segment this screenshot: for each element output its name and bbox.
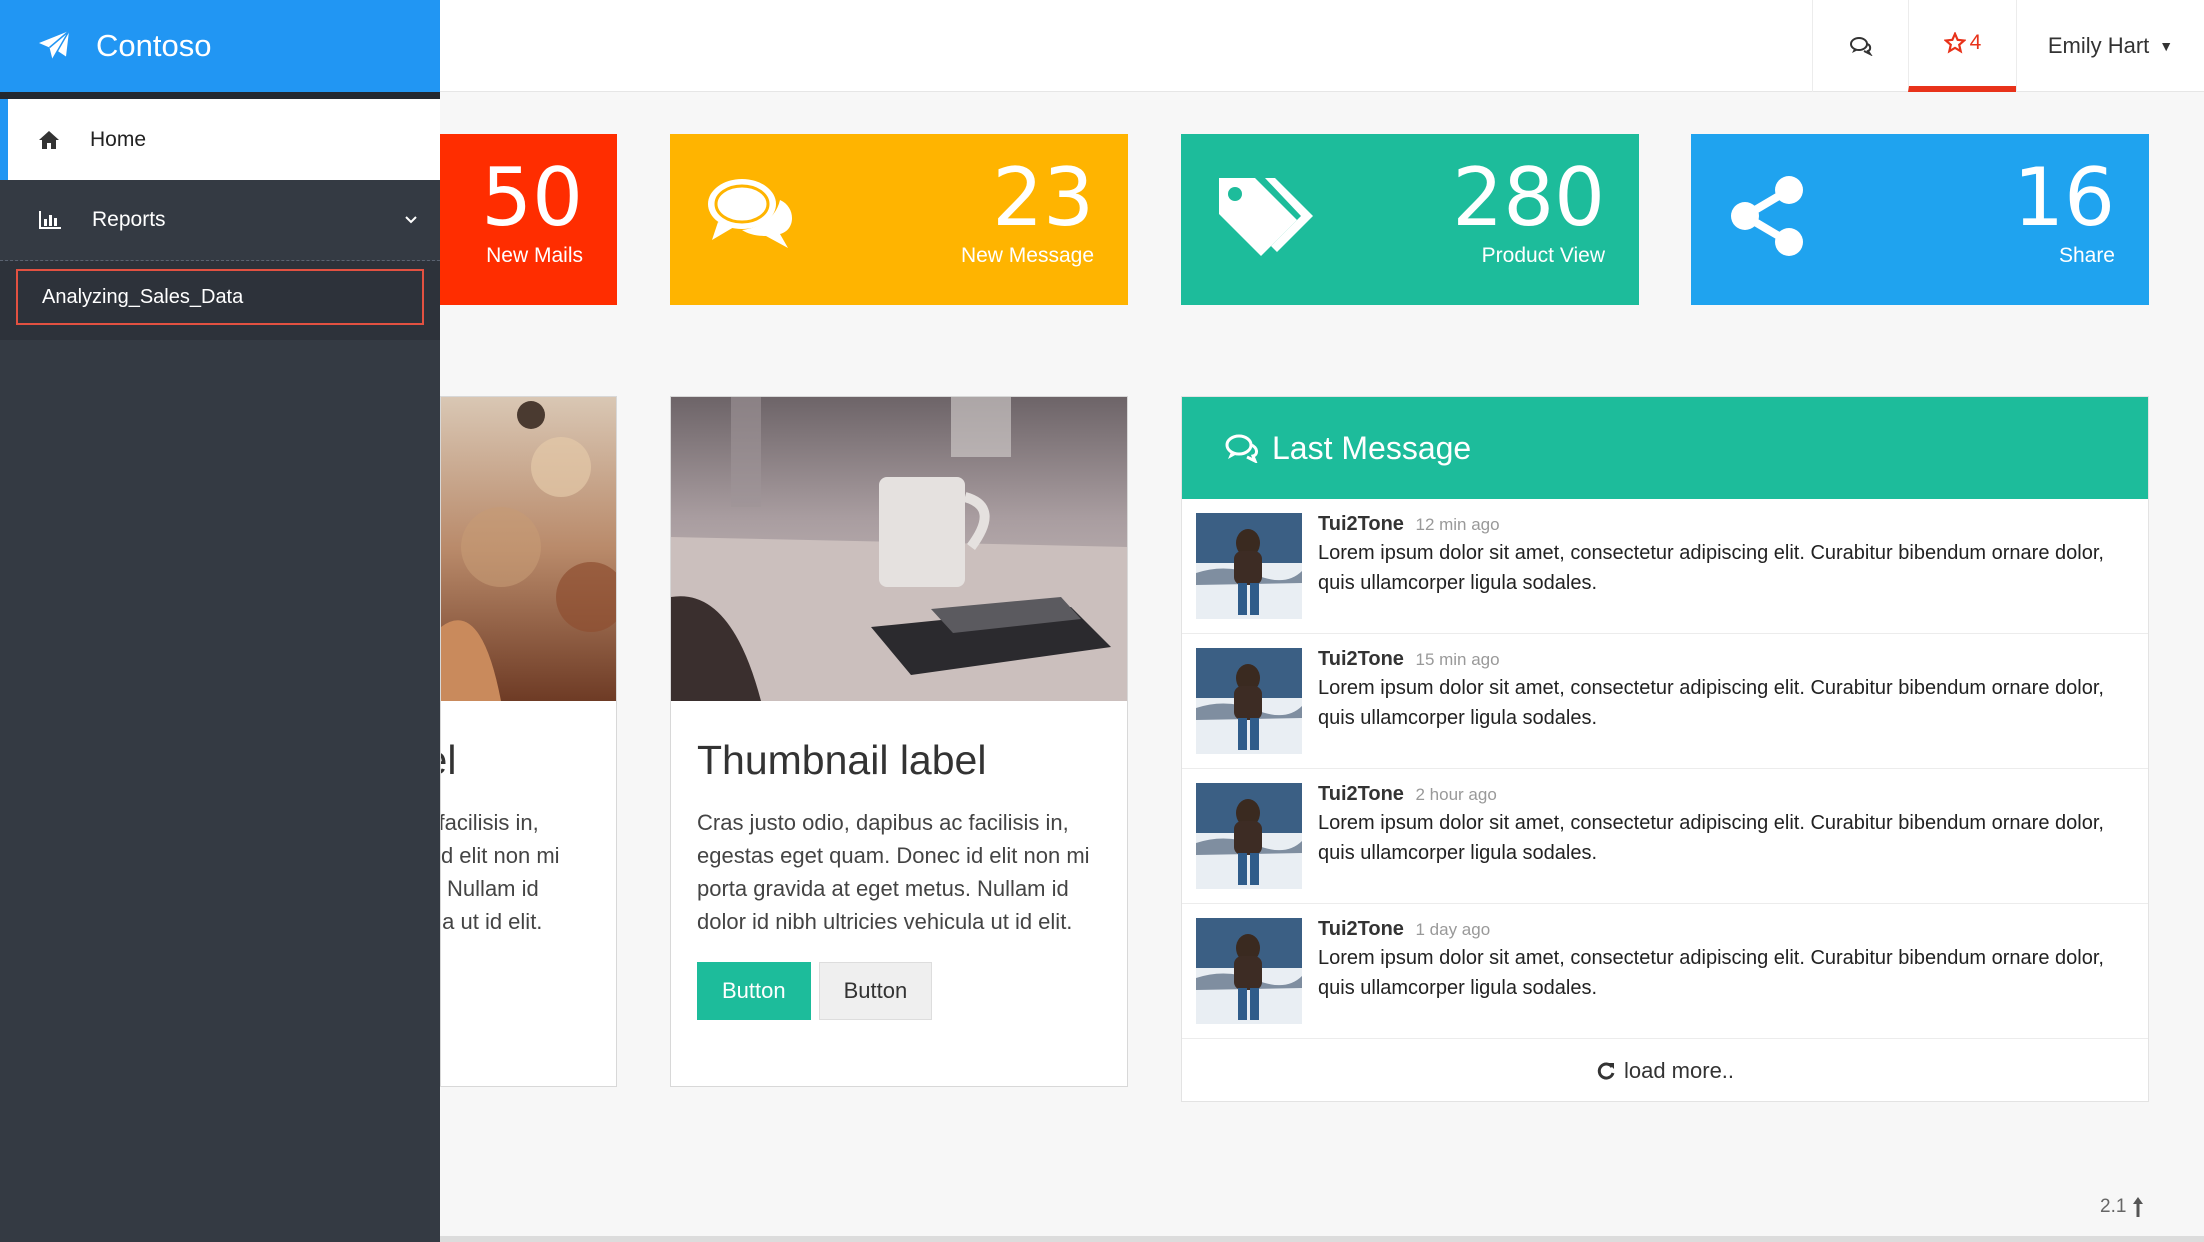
message-header: Tui2Tone 12 min ago (1318, 513, 2118, 536)
paper-plane-icon (39, 30, 70, 60)
user-menu[interactable]: Emily Hart ▼ (2016, 0, 2204, 92)
message-body: Tui2Tone 2 hour ago Lorem ipsum dolor si… (1318, 783, 2118, 903)
sidebar-item-reports[interactable]: Reports (0, 180, 440, 261)
primary-button[interactable]: Button (697, 962, 811, 1020)
brand[interactable]: Contoso (0, 0, 440, 92)
sidebar-item-home[interactable]: Home (0, 99, 440, 180)
thumbnail-body: Thumbnail label Cras justo odio, dapibus… (440, 701, 599, 938)
message-item[interactable]: Tui2Tone 12 min ago Lorem ipsum dolor si… (1182, 499, 2148, 634)
load-more-label: load more.. (1623, 1058, 1735, 1083)
stat-tile-share[interactable]: 16 Share (1691, 134, 2149, 305)
message-header: Tui2Tone 2 hour ago (1318, 783, 2118, 806)
thumbnail-card: Thumbnail label Cras justo odio, dapibus… (440, 396, 617, 1087)
thumbnail-image (671, 397, 1127, 701)
default-button[interactable]: Button (818, 962, 933, 1020)
comments-icon (708, 179, 792, 248)
thumbnail-body: Thumbnail label Cras justo odio, dapibus… (671, 701, 1127, 1020)
message-item[interactable]: Tui2Tone 2 hour ago Lorem ipsum dolor si… (1182, 769, 2148, 904)
message-item[interactable]: Tui2Tone 1 day ago Lorem ipsum dolor sit… (1182, 904, 2148, 1039)
favorites-count: 4 (1969, 31, 1982, 54)
message-body: Tui2Tone 12 min ago Lorem ipsum dolor si… (1318, 513, 2118, 633)
message-item[interactable]: Tui2Tone 15 min ago Lorem ipsum dolor si… (1182, 634, 2148, 769)
message-time: 12 min ago (1415, 515, 1500, 534)
caret-down-icon: ▼ (2159, 38, 2174, 54)
sidebar-item-label: Home (90, 127, 147, 151)
message-header: Tui2Tone 15 min ago (1318, 648, 2118, 671)
comments-icon (1225, 434, 1258, 463)
message-text: Lorem ipsum dolor sit amet, consectetur … (1318, 947, 2104, 999)
comments-icon (1849, 37, 1873, 56)
stat-tile-product-view[interactable]: 280 Product View (1181, 134, 1639, 305)
stat-label: New Message (960, 244, 1094, 267)
chevron-down-icon (405, 216, 417, 224)
sidebar: Contoso Home Reports Analyzing_Sales_Dat… (0, 0, 440, 1242)
star-icon (1943, 32, 1966, 54)
message-text: Lorem ipsum dolor sit amet, consectetur … (1318, 812, 2104, 864)
topbar: 4 Emily Hart ▼ (440, 0, 2204, 92)
thumbnail-text: Cras justo odio, dapibus ac facilisis in… (440, 810, 560, 934)
load-more-button[interactable]: load more.. (1182, 1039, 2148, 1103)
thumbnail-text: Cras justo odio, dapibus ac facilisis in… (697, 810, 1090, 934)
thumbnail-card: Thumbnail label Cras justo odio, dapibus… (670, 396, 1128, 1087)
stat-label: New Mails (486, 244, 583, 267)
message-body: Tui2Tone 1 day ago Lorem ipsum dolor sit… (1318, 918, 2118, 1038)
stat-label: Share (2058, 244, 2115, 267)
stat-tile-mails[interactable]: 50 New Mails (440, 134, 617, 305)
arrow-up-icon (2133, 1197, 2144, 1217)
thumbnail-actions: Button Button (697, 962, 1101, 1020)
last-message-panel: Last Message Tui2Tone 12 min ago Lorem i… (1181, 396, 2149, 1102)
brand-divider (0, 92, 440, 99)
message-time: 15 min ago (1415, 650, 1500, 669)
stat-value: 50 (481, 151, 583, 244)
message-time: 2 hour ago (1415, 785, 1497, 804)
stat-value: 16 (2013, 151, 2115, 244)
message-time: 1 day ago (1415, 920, 1491, 939)
message-text: Lorem ipsum dolor sit amet, consectetur … (1318, 677, 2104, 729)
stat-label: Product View (1481, 244, 1605, 267)
avatar (1196, 648, 1302, 754)
message-author[interactable]: Tui2Tone (1318, 648, 1404, 670)
user-name: Emily Hart (2047, 33, 2150, 58)
bar-chart-icon (39, 211, 61, 229)
version-number: 2.1 (2100, 1196, 2127, 1217)
avatar (1196, 513, 1302, 619)
refresh-icon (1597, 1062, 1615, 1080)
message-author[interactable]: Tui2Tone (1318, 513, 1404, 535)
share-icon (1731, 176, 1803, 256)
brand-name: Contoso (96, 28, 212, 63)
message-header: Tui2Tone 1 day ago (1318, 918, 2118, 941)
message-author[interactable]: Tui2Tone (1318, 783, 1404, 805)
thumbnail-image (441, 397, 616, 701)
sidebar-item-label: Reports (92, 208, 166, 231)
message-body: Tui2Tone 15 min ago Lorem ipsum dolor si… (1318, 648, 2118, 768)
message-author[interactable]: Tui2Tone (1318, 918, 1404, 940)
reports-submenu: Analyzing_Sales_Data (0, 261, 440, 340)
thumbnail-title: Thumbnail label (697, 737, 987, 783)
stat-value: 23 (992, 151, 1094, 244)
avatar (1196, 918, 1302, 1024)
avatar (1196, 783, 1302, 889)
messages-button[interactable] (1812, 0, 1908, 92)
panel-header: Last Message (1182, 397, 2148, 499)
stat-tile-messages[interactable]: 23 New Message (670, 134, 1128, 305)
message-text: Lorem ipsum dolor sit amet, consectetur … (1318, 542, 2104, 594)
tags-icon (1219, 178, 1313, 256)
favorites-button[interactable]: 4 (1908, 0, 2016, 92)
panel-title: Last Message (1272, 429, 1472, 466)
home-icon (39, 130, 59, 149)
version-indicator[interactable]: 2.1 (2100, 1196, 2144, 1218)
thumbnail-title: Thumbnail label (441, 737, 457, 783)
sidebar-subitem-analyzing-sales-data[interactable]: Analyzing_Sales_Data (16, 269, 424, 325)
stat-value: 280 (1452, 151, 1605, 244)
